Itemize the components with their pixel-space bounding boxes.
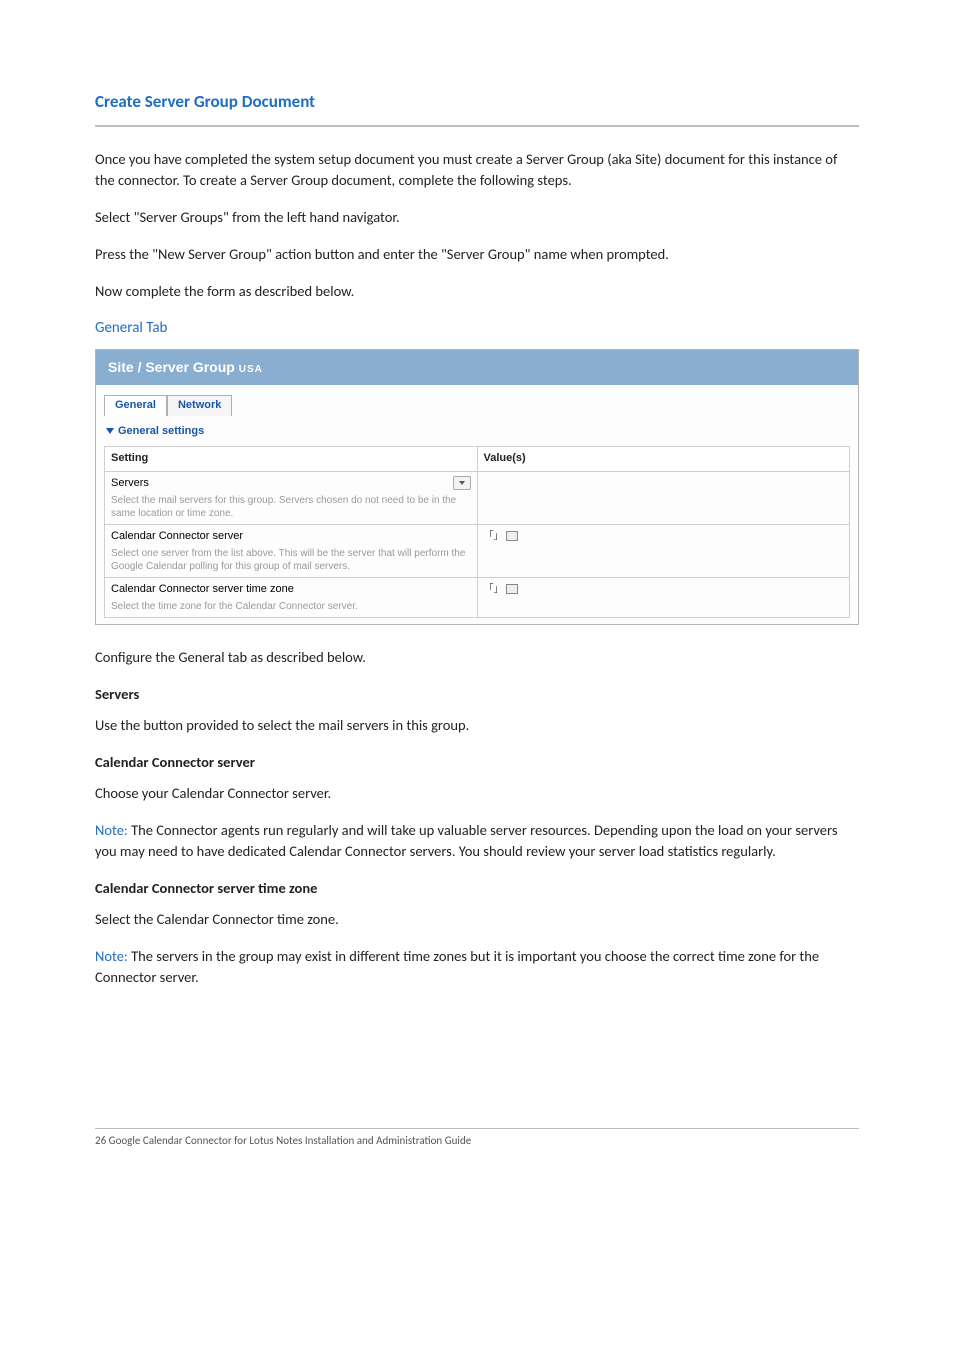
table-row: Servers Select the mail servers for this… (105, 471, 850, 524)
picker-icon[interactable]: 「」 (484, 531, 518, 542)
table-row: Calendar Connector server time zone Sele… (105, 577, 850, 617)
intro-para: Press the "New Server Group" action butt… (95, 244, 859, 265)
col-value: Value(s) (477, 446, 850, 471)
value-cell[interactable]: 「」 (477, 577, 850, 617)
cc-tz-heading: Calendar Connector server time zone (95, 878, 859, 899)
cc-server-heading: Calendar Connector server (95, 752, 859, 773)
form-screenshot: Site / Server Group USA GeneralNetwork G… (95, 349, 859, 624)
note-text: The servers in the group may exist in di… (95, 947, 819, 986)
tab-general[interactable]: General (104, 395, 167, 416)
intro-para: Now complete the form as described below… (95, 281, 859, 302)
tab-network[interactable]: Network (167, 395, 232, 416)
picker-icon[interactable]: 「」 (484, 584, 518, 595)
title-rule (95, 125, 859, 127)
intro-para: Once you have completed the system setup… (95, 149, 859, 191)
setting-title: Calendar Connector server time zone (111, 582, 471, 598)
setting-cell: Calendar Connector server time zone Sele… (105, 577, 478, 617)
after-form-intro: Configure the General tab as described b… (95, 647, 859, 668)
note-text: The Connector agents run regularly and w… (95, 821, 838, 860)
table-row: Calendar Connector server Select one ser… (105, 524, 850, 577)
intro-para: Select "Server Groups" from the left han… (95, 207, 859, 228)
cc-server-note: Note: The Connector agents run regularly… (95, 820, 859, 862)
cc-server-para: Choose your Calendar Connector server. (95, 783, 859, 804)
setting-desc: Select the mail servers for this group. … (111, 494, 471, 520)
form-header-small: USA (239, 364, 263, 375)
setting-cell: Calendar Connector server Select one ser… (105, 524, 478, 577)
general-tab-heading: General Tab (95, 318, 859, 340)
form-tabs: GeneralNetwork (96, 385, 858, 418)
value-cell[interactable] (477, 471, 850, 524)
form-header: Site / Server Group USA (96, 350, 858, 385)
col-setting: Setting (105, 446, 478, 471)
section-label-text: General settings (118, 425, 204, 437)
form-section-label: General settings (96, 418, 858, 446)
setting-desc: Select one server from the list above. T… (111, 547, 471, 573)
setting-title: Servers (111, 476, 471, 492)
servers-heading: Servers (95, 684, 859, 705)
cc-tz-para: Select the Calendar Connector time zone. (95, 909, 859, 930)
settings-table: Setting Value(s) Servers Select the mail… (104, 446, 850, 618)
form-header-main: Site / Server Group (108, 359, 235, 375)
setting-desc: Select the time zone for the Calendar Co… (111, 600, 471, 613)
note-label: Note: (95, 821, 131, 839)
note-label: Note: (95, 947, 131, 965)
twisty-icon[interactable] (106, 428, 114, 434)
page-footer: 26 Google Calendar Connector for Lotus N… (95, 1128, 859, 1149)
servers-dropdown-button[interactable] (453, 476, 471, 490)
servers-para: Use the button provided to select the ma… (95, 715, 859, 736)
value-cell[interactable]: 「」 (477, 524, 850, 577)
cc-tz-note: Note: The servers in the group may exist… (95, 946, 859, 988)
page-title: Create Server Group Document (95, 90, 859, 115)
setting-cell: Servers Select the mail servers for this… (105, 471, 478, 524)
setting-title: Calendar Connector server (111, 529, 471, 545)
